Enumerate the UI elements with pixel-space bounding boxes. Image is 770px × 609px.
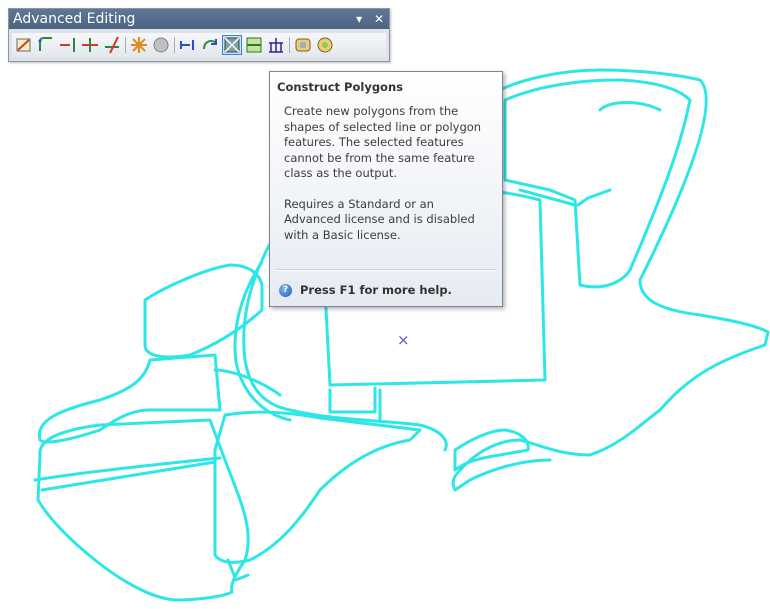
tooltip-license-note: Requires a Standard or an Advanced licen… bbox=[284, 196, 475, 242]
map-feature bbox=[328, 386, 377, 414]
tooltip-help-text: Press F1 for more help. bbox=[300, 283, 452, 297]
construct-geodetic-button[interactable] bbox=[266, 35, 286, 55]
toolbar-close-icon[interactable]: ✕ bbox=[374, 12, 384, 26]
explode-multipart-button[interactable] bbox=[129, 35, 149, 55]
advanced-editing-toolbar[interactable]: Advanced Editing ▾ ✕ bbox=[8, 8, 390, 62]
tooltip-divider bbox=[276, 269, 496, 271]
copy-features-icon bbox=[16, 38, 31, 52]
tooltip-help: ? Press F1 for more help. bbox=[279, 283, 452, 297]
replace-geometry-icon bbox=[203, 39, 217, 50]
tool-tooltip: Construct Polygons Create new polygons f… bbox=[269, 71, 503, 307]
toolbar-separator bbox=[289, 37, 290, 53]
split-polygons-icon bbox=[246, 37, 262, 53]
align-to-shape-icon bbox=[180, 40, 194, 50]
construct-geodetic-icon bbox=[269, 38, 283, 53]
split-polygons-button[interactable] bbox=[244, 35, 264, 55]
map-cursor: × bbox=[397, 331, 410, 349]
trim-button[interactable] bbox=[80, 35, 100, 55]
toolbar-dropdown-icon[interactable]: ▾ bbox=[356, 12, 362, 26]
map-feature bbox=[576, 188, 612, 207]
replace-geometry-button[interactable] bbox=[200, 35, 220, 55]
extend-icon bbox=[60, 38, 75, 52]
map-feature bbox=[503, 78, 692, 289]
help-icon: ? bbox=[279, 283, 292, 297]
fillet-icon bbox=[38, 37, 52, 51]
generalize-button[interactable] bbox=[151, 35, 171, 55]
line-intersection-icon bbox=[105, 36, 119, 54]
map-feature bbox=[213, 410, 422, 564]
tooltip-body: Create new polygons from the shapes of s… bbox=[284, 104, 494, 258]
explode-multipart-icon bbox=[131, 37, 147, 53]
line-intersection-button[interactable] bbox=[102, 35, 122, 55]
map-feature bbox=[37, 353, 222, 444]
construct-polygons-button[interactable] bbox=[222, 35, 242, 55]
smooth-icon bbox=[317, 37, 333, 53]
buffer-button[interactable] bbox=[293, 35, 313, 55]
extend-button[interactable] bbox=[58, 35, 78, 55]
toolbar-separator bbox=[174, 37, 175, 53]
toolbar-title: Advanced Editing bbox=[13, 11, 136, 27]
fillet-button[interactable] bbox=[36, 35, 56, 55]
buffer-icon bbox=[295, 38, 311, 52]
generalize-icon bbox=[153, 37, 169, 53]
tooltip-description: Create new polygons from the shapes of s… bbox=[284, 104, 482, 180]
copy-features-button[interactable] bbox=[14, 35, 34, 55]
align-to-shape-button[interactable] bbox=[178, 35, 198, 55]
toolbar-titlebar[interactable]: Advanced Editing ▾ ✕ bbox=[9, 9, 389, 29]
map-feature bbox=[598, 101, 662, 112]
trim-icon bbox=[82, 38, 98, 52]
tooltip-title: Construct Polygons bbox=[277, 80, 403, 94]
toolbar-button-row bbox=[12, 33, 386, 57]
construct-polygons-icon bbox=[224, 37, 240, 53]
toolbar-separator bbox=[125, 37, 126, 53]
smooth-button[interactable] bbox=[315, 35, 335, 55]
